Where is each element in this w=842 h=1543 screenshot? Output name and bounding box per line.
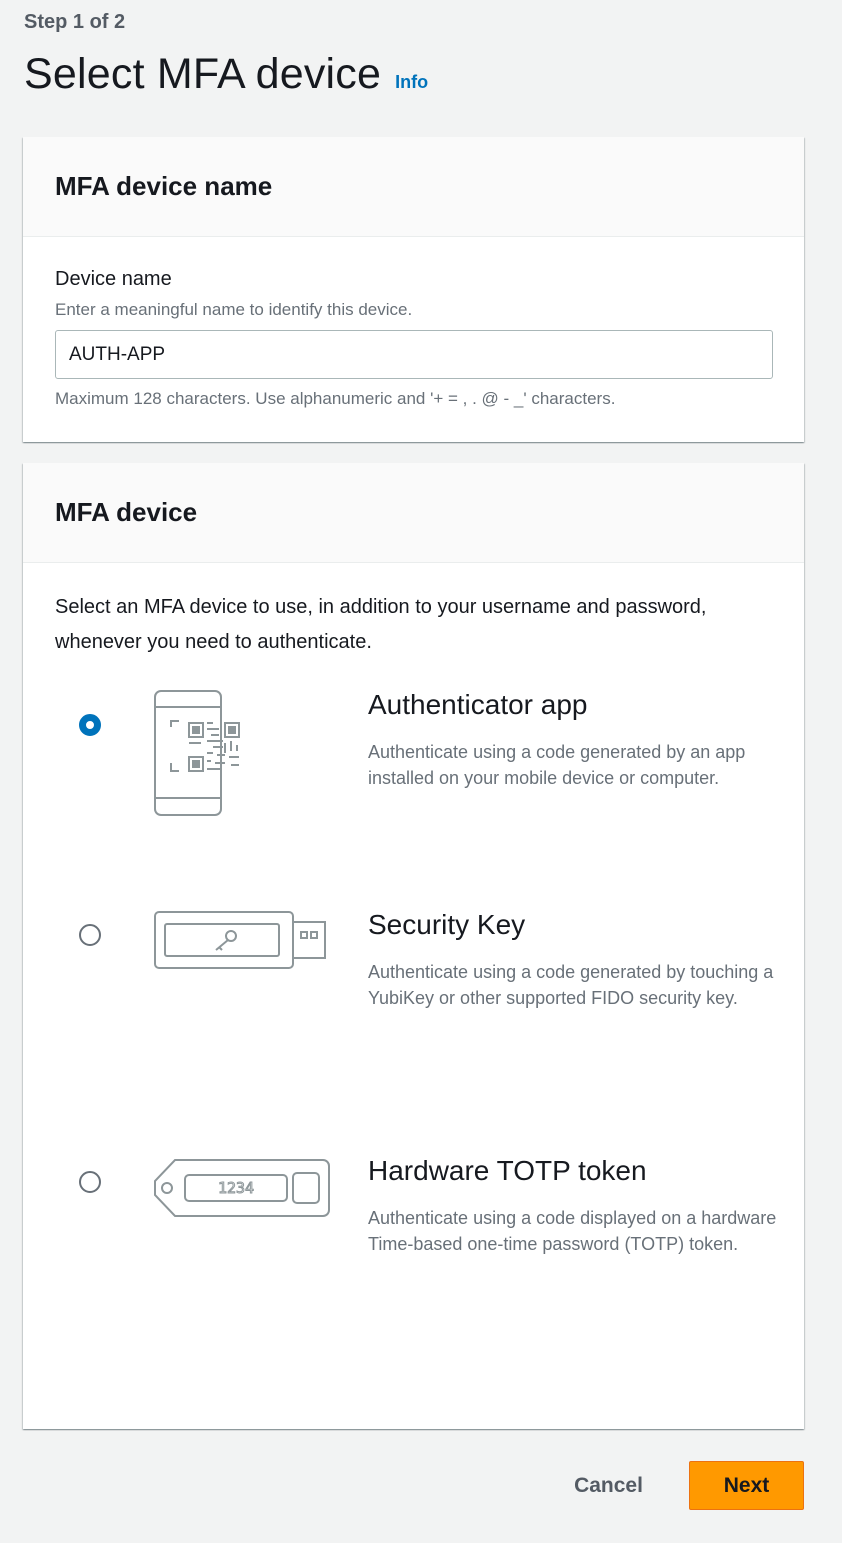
next-button[interactable]: Next: [689, 1461, 804, 1510]
option-title: Authenticator app: [368, 689, 588, 720]
radio-totp-token[interactable]: [79, 1171, 101, 1193]
card-header: MFA device name: [23, 137, 804, 237]
device-name-label: Device name: [55, 268, 172, 290]
mfa-device-card: MFA device Select an MFA device to use, …: [23, 463, 804, 1429]
section-heading: MFA device name: [55, 171, 273, 201]
device-intro-text: Select an MFA device to use, in addition…: [55, 596, 707, 653]
option-totp-token[interactable]: 1234 Hardware TOTP token Authenticate us…: [23, 1153, 804, 1293]
option-description: Authenticate using a code generated by t…: [368, 962, 774, 1008]
section-heading: MFA device: [55, 497, 198, 527]
device-name-constraint: Maximum 128 characters. Use alphanumeric…: [55, 389, 616, 408]
title-row: Select MFA device Info: [24, 50, 428, 99]
cancel-button[interactable]: Cancel: [557, 1462, 660, 1510]
option-description: Authenticate using a code generated by a…: [368, 742, 746, 788]
device-name-description: Enter a meaningful name to identify this…: [55, 300, 413, 319]
radio-security-key[interactable]: [79, 924, 101, 946]
token-display: 1234: [218, 1179, 254, 1197]
option-description: Authenticate using a code displayed on a…: [368, 1208, 777, 1254]
usb-key-icon: [151, 910, 331, 975]
card-header: MFA device: [23, 463, 804, 563]
option-authenticator-app[interactable]: Authenticator app Authenticate using a c…: [23, 685, 804, 825]
totp-token-icon: 1234: [151, 1157, 333, 1224]
page-title: Select MFA device: [24, 50, 382, 98]
radio-authenticator-app[interactable]: [79, 714, 101, 736]
device-name-input[interactable]: [55, 330, 773, 379]
phone-qr-icon: [151, 685, 251, 822]
option-security-key[interactable]: Security Key Authenticate using a code g…: [23, 907, 804, 1047]
option-title: Hardware TOTP token: [368, 1155, 647, 1186]
step-indicator: Step 1 of 2: [24, 11, 126, 33]
info-link[interactable]: Info: [395, 72, 428, 93]
option-title: Security Key: [368, 909, 526, 940]
